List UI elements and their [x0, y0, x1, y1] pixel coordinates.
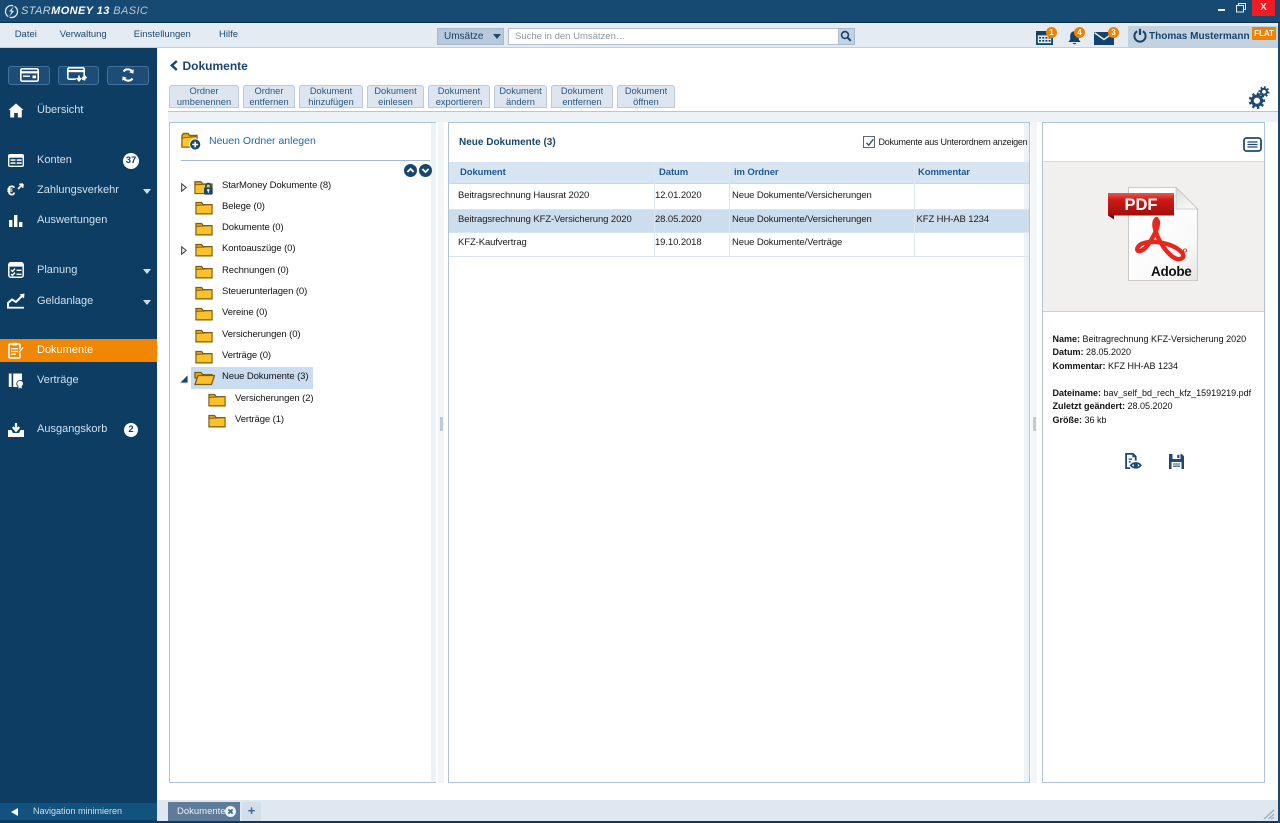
- svg-text:€: €: [7, 183, 16, 199]
- svg-text:Adobe: Adobe: [1151, 264, 1192, 279]
- svg-text:PDF: PDF: [1125, 196, 1158, 214]
